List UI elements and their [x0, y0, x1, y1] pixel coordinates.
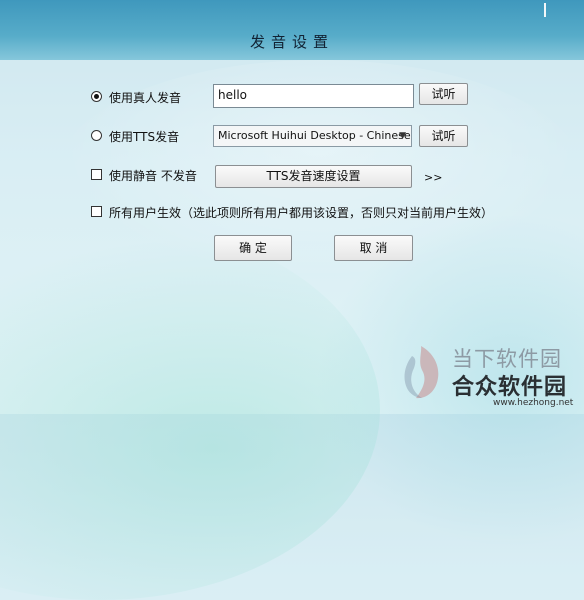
tts-speed-button[interactable]: TTS发音速度设置 — [215, 165, 412, 188]
real-voice-listen-button[interactable]: 试听 — [419, 83, 468, 105]
ok-button[interactable]: 确 定 — [214, 235, 292, 261]
all-users-checkbox[interactable] — [91, 206, 102, 217]
real-voice-radio[interactable] — [91, 91, 102, 102]
title-bar: 发音设置 — [0, 0, 584, 60]
watermark-logo-icon — [404, 346, 439, 399]
close-icon[interactable] — [544, 3, 546, 17]
mute-checkbox[interactable] — [91, 169, 102, 180]
chevron-down-icon: ▼ — [399, 131, 406, 141]
tts-voice-label: 使用TTS发音 — [109, 130, 180, 144]
real-voice-input[interactable]: hello — [213, 84, 414, 108]
watermark-url: www.hezhong.net — [493, 398, 574, 408]
dialog-title: 发音设置 — [249, 33, 334, 51]
cancel-button[interactable]: 取 消 — [334, 235, 413, 261]
tts-voice-selected: Microsoft Huihui Desktop - Chinese (S — [218, 129, 412, 142]
watermark-line2: 合众软件园 — [452, 375, 568, 400]
tts-speed-more-link[interactable]: >> — [424, 171, 442, 184]
tts-listen-button[interactable]: 试听 — [419, 125, 468, 147]
mute-label: 使用静音 不发音 — [109, 169, 197, 183]
all-users-label: 所有用户生效（选此项则所有用户都用该设置，否则只对当前用户生效） — [109, 206, 494, 220]
real-voice-label: 使用真人发音 — [109, 91, 182, 105]
tts-voice-select[interactable]: Microsoft Huihui Desktop - Chinese (S ▼ — [213, 125, 412, 147]
tts-voice-radio[interactable] — [91, 130, 102, 141]
